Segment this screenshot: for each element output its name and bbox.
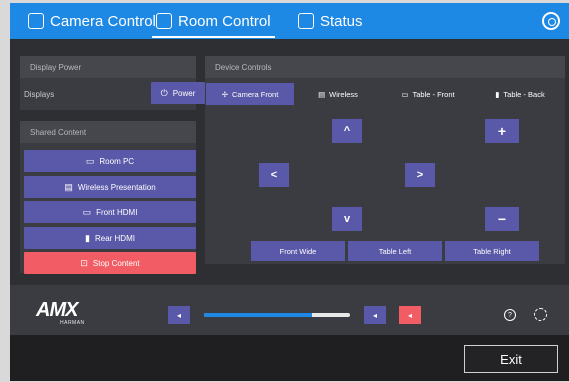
tab-status-label: Status [320, 12, 363, 30]
wireless-icon: ▤ [64, 181, 73, 192]
monitor-icon: ▭ [401, 89, 409, 99]
pulse-icon [298, 13, 314, 29]
minus-icon: − [497, 211, 507, 227]
plug-icon: ▮ [495, 89, 500, 99]
tab-room-control[interactable]: Room Control [152, 3, 275, 39]
move-icon: ✢ [221, 89, 229, 99]
rear-hdmi-button[interactable]: ▮ Rear HDMI [24, 227, 196, 249]
tab-camera-control[interactable]: Camera Control [28, 3, 156, 39]
computer-icon: ▭ [85, 155, 95, 166]
mute-button[interactable]: ◂ [399, 306, 421, 324]
volume-up-button[interactable]: ◂ [364, 306, 386, 324]
volume-down-button[interactable]: ◂ [168, 306, 190, 324]
bottom-bar: AMX HARMAN ◂ ◂ ◂ ? [10, 285, 569, 335]
exit-button[interactable]: Exit [464, 345, 558, 373]
tab-table-back-label: Table - Back [503, 89, 545, 99]
room-pc-label: Room PC [99, 156, 135, 166]
arrow-left-icon: ◂ [407, 310, 412, 320]
tab-camera-control-label: Camera Control [50, 12, 156, 30]
tab-table-back[interactable]: ▮ Table - Back [477, 83, 563, 105]
top-nav-bar: Camera Control Room Control Status [10, 3, 569, 39]
volume-slider[interactable] [204, 313, 350, 317]
preset-table-right-button[interactable]: Table Right [445, 241, 539, 261]
stop-content-button[interactable]: ⊡ Stop Content [24, 252, 196, 274]
stop-content-label: Stop Content [92, 258, 140, 268]
tab-room-control-label: Room Control [178, 12, 271, 30]
volume-slider-fill [204, 313, 313, 317]
tab-camera-front-label: Camera Front [232, 89, 279, 99]
camera-icon [28, 13, 44, 29]
pan-right-button[interactable]: > [405, 163, 435, 187]
zoom-out-button[interactable]: − [485, 207, 519, 231]
preset-front-wide-button[interactable]: Front Wide [251, 241, 345, 261]
amx-logo: AMX [36, 299, 78, 321]
tab-camera-front[interactable]: ✢ Camera Front [206, 83, 294, 105]
pan-up-button[interactable]: ^ [332, 119, 362, 143]
wireless-presentation-button[interactable]: ▤ Wireless Presentation [24, 176, 196, 198]
preset-front-wide-label: Front Wide [279, 246, 317, 256]
preset-table-left-label: Table Left [378, 246, 412, 256]
tab-table-front-label: Table - Front [412, 89, 455, 99]
chevron-right-icon: > [416, 169, 424, 181]
display-power-title: Display Power [20, 56, 196, 78]
device-controls-title: Device Controls [205, 56, 565, 78]
tab-status[interactable]: Status [298, 3, 363, 39]
wireless-presentation-label: Wireless Presentation [77, 182, 156, 192]
tab-table-front[interactable]: ▭ Table - Front [383, 83, 473, 105]
tab-wireless-label: Wireless [329, 89, 358, 99]
pan-left-button[interactable]: < [259, 163, 289, 187]
arrow-left-icon: ◂ [372, 310, 377, 320]
touch-panel: Camera Control Room Control Status Displ… [10, 3, 569, 381]
wireless-icon: ▤ [318, 89, 326, 99]
preset-table-right-label: Table Right [473, 246, 511, 256]
shared-content-panel: Shared Content ▭ Room PC ▤ Wireless Pres… [20, 121, 196, 274]
displays-label: Displays [24, 90, 55, 99]
display-power-panel: Display Power Displays ⏻ Power [20, 56, 205, 110]
front-hdmi-button[interactable]: ▭ Front HDMI [24, 201, 196, 223]
tab-wireless[interactable]: ▤ Wireless [297, 83, 379, 105]
stop-icon: ⊡ [80, 257, 88, 268]
footer-bar: Exit [10, 335, 569, 381]
plug-icon: ▮ [85, 232, 90, 243]
power-button-label: Power [172, 88, 196, 98]
chevron-down-icon: v [343, 213, 351, 225]
pan-down-button[interactable]: v [332, 207, 362, 231]
chevron-left-icon: < [270, 169, 278, 181]
gear-icon[interactable] [534, 308, 547, 321]
active-tab-underline [152, 36, 275, 38]
plus-icon: + [497, 123, 507, 139]
power-icon: ⏻ [160, 87, 168, 98]
preset-table-left-button[interactable]: Table Left [348, 241, 442, 261]
power-button[interactable]: ⏻ Power [151, 82, 205, 104]
arrow-left-icon: ◂ [176, 310, 181, 320]
shared-content-title: Shared Content [20, 121, 196, 143]
harman-logo-text: HARMAN [60, 320, 85, 326]
front-hdmi-label: Front HDMI [96, 207, 138, 217]
gear-icon[interactable] [542, 12, 560, 30]
device-controls-panel: Device Controls ✢ Camera Front ▤ Wireles… [205, 56, 565, 264]
room-pc-button[interactable]: ▭ Room PC [24, 150, 196, 172]
help-glyph: ? [508, 311, 512, 319]
monitor-icon: ▭ [82, 206, 92, 217]
help-icon[interactable]: ? [504, 309, 516, 321]
room-icon [156, 13, 172, 29]
chevron-up-icon: ^ [343, 125, 351, 137]
rear-hdmi-label: Rear HDMI [94, 233, 135, 243]
zoom-in-button[interactable]: + [485, 119, 519, 143]
exit-button-label: Exit [500, 351, 522, 367]
